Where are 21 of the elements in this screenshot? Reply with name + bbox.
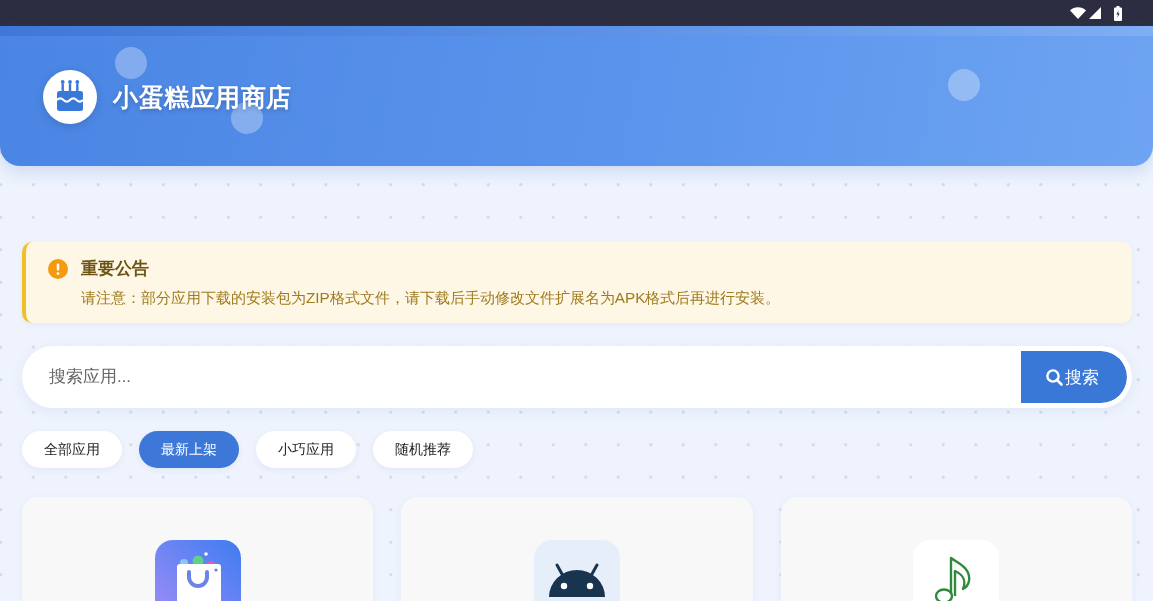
search-button[interactable]: 搜索	[1021, 346, 1132, 408]
wifi-icon	[1070, 7, 1086, 19]
battery-icon	[1114, 5, 1122, 21]
notice-text: 请注意：部分应用下载的安装包为ZIP格式文件，请下载后手动修改文件扩展名为APK格式后再进行安装。	[81, 288, 781, 308]
app-card[interactable]	[401, 497, 753, 601]
music-note-icon	[913, 540, 1000, 601]
filter-button[interactable]: 随机推荐	[373, 431, 473, 468]
exclamation-icon	[48, 259, 68, 279]
decor-bubble	[115, 47, 147, 79]
filter-button[interactable]: 最新上架	[139, 431, 239, 468]
filter-button[interactable]: 小巧应用	[256, 431, 356, 468]
robot-head-icon	[534, 540, 620, 601]
search-icon	[1045, 368, 1063, 386]
notice-title: 重要公告	[81, 258, 149, 279]
signal-icon	[1089, 7, 1101, 19]
cake-logo-icon	[43, 70, 97, 124]
shopping-bag-icon	[154, 540, 241, 601]
filter-button[interactable]: 全部应用	[22, 431, 122, 468]
decor-bubble	[948, 69, 980, 101]
search-field[interactable]: 搜索应用...	[22, 346, 1021, 408]
app-title: 小蛋糕应用商店	[113, 81, 292, 113]
